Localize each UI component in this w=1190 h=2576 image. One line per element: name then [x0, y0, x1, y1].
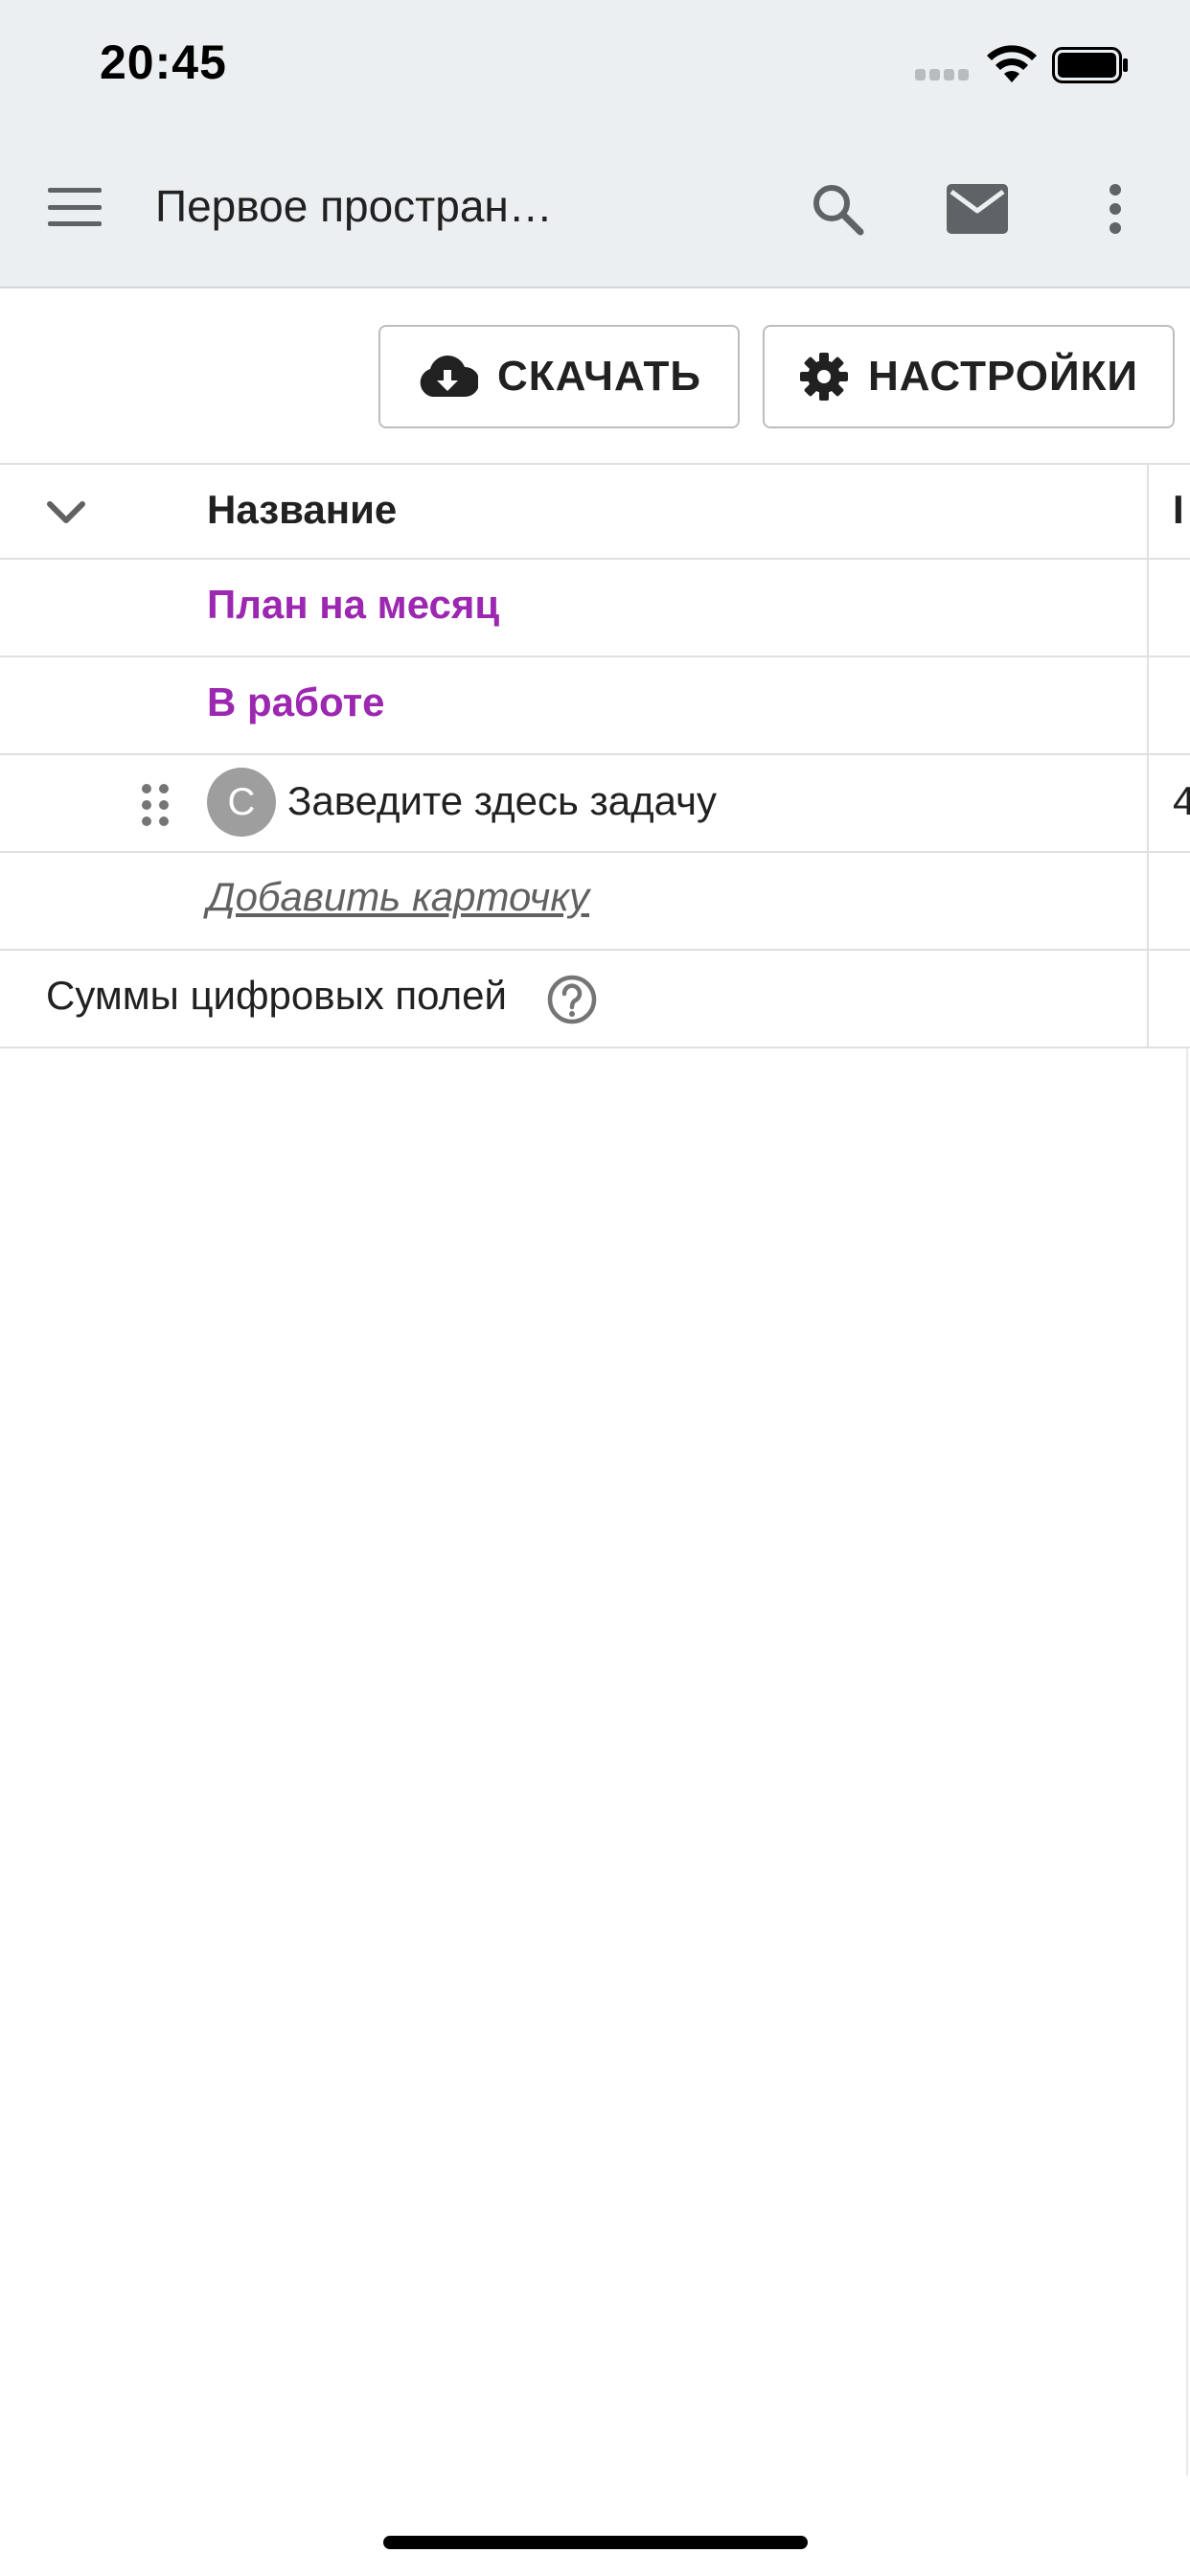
- column-header-next[interactable]: I: [1173, 487, 1184, 533]
- divider: [0, 753, 1190, 755]
- help-circle-icon[interactable]: [546, 974, 598, 1025]
- page-title: Первое простран…: [155, 181, 553, 231]
- sums-label: Суммы цифровых полей: [46, 973, 507, 1018]
- chevron-down-icon[interactable]: [42, 489, 90, 537]
- status-time: 20:45: [100, 35, 227, 89]
- gear-icon: [799, 353, 848, 401]
- scroll-edge: [1186, 1047, 1188, 2475]
- task-next-cell[interactable]: 4: [1173, 778, 1190, 824]
- cellular-signal-icon: [915, 69, 971, 80]
- battery-icon: [1052, 47, 1128, 83]
- divider: [0, 851, 1190, 853]
- task-title[interactable]: Заведите здесь задачу: [287, 778, 717, 824]
- divider: [0, 656, 1190, 657]
- download-label: СКАЧАТЬ: [496, 353, 702, 400]
- drag-handle-icon[interactable]: [140, 782, 172, 828]
- cloud-download-icon: [420, 356, 478, 397]
- app-header: 20:45 Первое простран…: [0, 0, 1190, 288]
- divider: [0, 558, 1190, 560]
- divider: [0, 1046, 1190, 1048]
- mail-icon: [947, 184, 1008, 234]
- column-divider: [1147, 465, 1149, 1047]
- settings-button[interactable]: НАСТРОЙКИ: [763, 325, 1175, 428]
- avatar[interactable]: С: [207, 768, 276, 837]
- menu-button[interactable]: [36, 178, 113, 236]
- download-button[interactable]: СКАЧАТЬ: [378, 325, 740, 428]
- settings-label: НАСТРОЙКИ: [867, 353, 1139, 400]
- more-vert-icon: [1110, 184, 1121, 234]
- messages-button[interactable]: [941, 172, 1014, 245]
- wifi-icon: [987, 45, 1037, 82]
- search-button[interactable]: [801, 172, 874, 245]
- column-header-name[interactable]: Название: [207, 487, 397, 533]
- divider: [0, 949, 1190, 951]
- group-label-plan[interactable]: План на месяц: [207, 582, 499, 628]
- group-label-in-progress[interactable]: В работе: [207, 679, 385, 725]
- home-indicator[interactable]: [383, 2536, 808, 2549]
- more-options-button[interactable]: [1079, 172, 1152, 245]
- menu-icon: [48, 188, 102, 193]
- add-card-link[interactable]: Добавить карточку: [207, 874, 589, 920]
- divider: [0, 463, 1190, 465]
- search-icon: [813, 185, 864, 236]
